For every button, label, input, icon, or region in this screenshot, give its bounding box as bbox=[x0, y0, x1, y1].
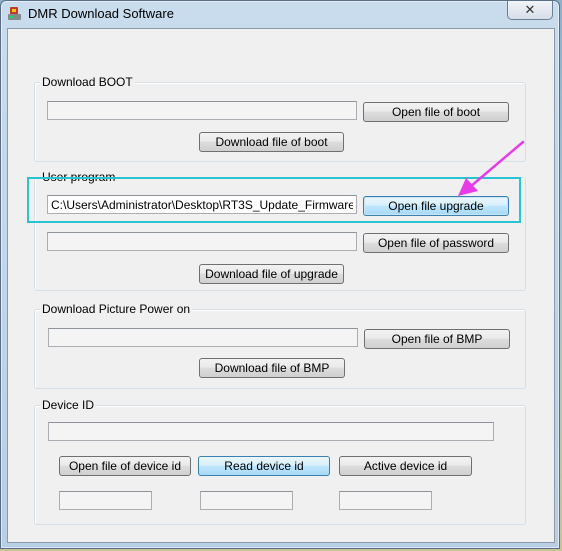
close-button[interactable]: ✕ bbox=[507, 1, 553, 20]
download-upgrade-button[interactable]: Download file of upgrade bbox=[199, 264, 344, 284]
open-password-button[interactable]: Open file of password bbox=[363, 233, 509, 253]
device-id-field-2[interactable] bbox=[200, 491, 293, 510]
device-id-field-3[interactable] bbox=[339, 491, 432, 510]
open-device-id-button[interactable]: Open file of device id bbox=[59, 456, 191, 476]
boot-group-label: Download BOOT bbox=[40, 75, 135, 89]
app-window: DMR Download Software ✕ Download BOOT Op… bbox=[0, 0, 560, 549]
device-id-group-label: Device ID bbox=[40, 398, 97, 412]
open-boot-button[interactable]: Open file of boot bbox=[363, 102, 509, 122]
download-bmp-button[interactable]: Download file of BMP bbox=[199, 358, 345, 378]
upgrade-path-field[interactable] bbox=[47, 195, 357, 214]
app-icon bbox=[8, 7, 21, 20]
active-device-id-button[interactable]: Active device id bbox=[339, 456, 472, 476]
client-area: Download BOOT Open file of boot Download… bbox=[7, 28, 555, 543]
close-icon: ✕ bbox=[524, 2, 536, 17]
window-title: DMR Download Software bbox=[28, 6, 174, 21]
user-program-group-label: User program bbox=[40, 170, 118, 184]
device-id-path-field[interactable] bbox=[48, 422, 494, 441]
title-bar[interactable]: DMR Download Software ✕ bbox=[1, 1, 559, 27]
boot-path-field[interactable] bbox=[47, 101, 357, 120]
open-bmp-button[interactable]: Open file of BMP bbox=[364, 329, 510, 349]
password-path-field[interactable] bbox=[47, 232, 357, 251]
read-device-id-button[interactable]: Read device id bbox=[198, 456, 330, 476]
download-boot-button[interactable]: Download file of boot bbox=[199, 132, 344, 152]
bmp-path-field[interactable] bbox=[48, 328, 358, 347]
open-upgrade-button[interactable]: Open file upgrade bbox=[363, 196, 509, 216]
picture-group-label: Download Picture Power on bbox=[40, 302, 193, 316]
device-id-field-1[interactable] bbox=[59, 491, 152, 510]
